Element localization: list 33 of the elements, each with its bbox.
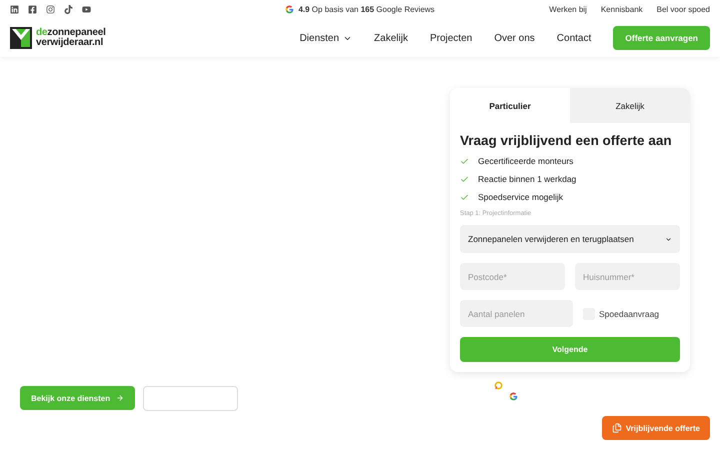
logo-icon	[10, 27, 32, 49]
documents-icon	[612, 423, 622, 433]
top-link[interactable]: Bel voor spoed	[656, 5, 710, 14]
form-tab[interactable]: Zakelijk	[570, 88, 690, 123]
benefit-text: Gecertificeerde monteurs	[478, 156, 574, 166]
tiktok-icon[interactable]	[64, 5, 73, 14]
arrow-icon	[116, 394, 124, 402]
nav-link[interactable]: Diensten	[300, 32, 352, 44]
facebook-icon[interactable]	[28, 5, 37, 14]
benefit-text: Spoedservice mogelijk	[478, 192, 564, 202]
form-title: Vraag vrijblijvend een offerte aan	[460, 133, 673, 148]
service-select[interactable]: Zonnepanelen verwijderen en terugplaatsen	[460, 225, 680, 253]
panels-field[interactable]: Aantal panelen	[460, 300, 573, 327]
google-icon	[285, 5, 294, 14]
nav-link[interactable]: Projecten	[430, 32, 472, 44]
caret-icon	[665, 236, 672, 242]
house-number-field[interactable]: Huisnummer*	[575, 263, 680, 290]
linkedin-icon[interactable]	[10, 5, 19, 14]
google-icon	[509, 392, 518, 401]
nav-link[interactable]: Contact	[556, 32, 592, 44]
nav-link[interactable]: Zakelijk	[374, 32, 408, 44]
youtube-icon[interactable]	[82, 5, 91, 14]
form-tab[interactable]: Particulier	[450, 88, 570, 123]
logo-text[interactable]: dezonnepaneel verwijderaar.nl	[36, 28, 106, 48]
top-link[interactable]: Werken bij	[549, 5, 587, 14]
top-link[interactable]: Kennisbank	[600, 5, 643, 14]
instagram-icon[interactable]	[46, 5, 55, 14]
chat-icon	[494, 381, 503, 390]
checkbox-label: Spoedaanvraag	[599, 308, 660, 318]
nav-link[interactable]: Over ons	[494, 32, 535, 44]
rating-text: 4.9 Op basis van 165 Google Reviews	[298, 5, 435, 14]
benefit-text: Reactie binnen 1 werkdag	[478, 174, 576, 184]
postcode-field[interactable]: Postcode*	[460, 263, 565, 290]
